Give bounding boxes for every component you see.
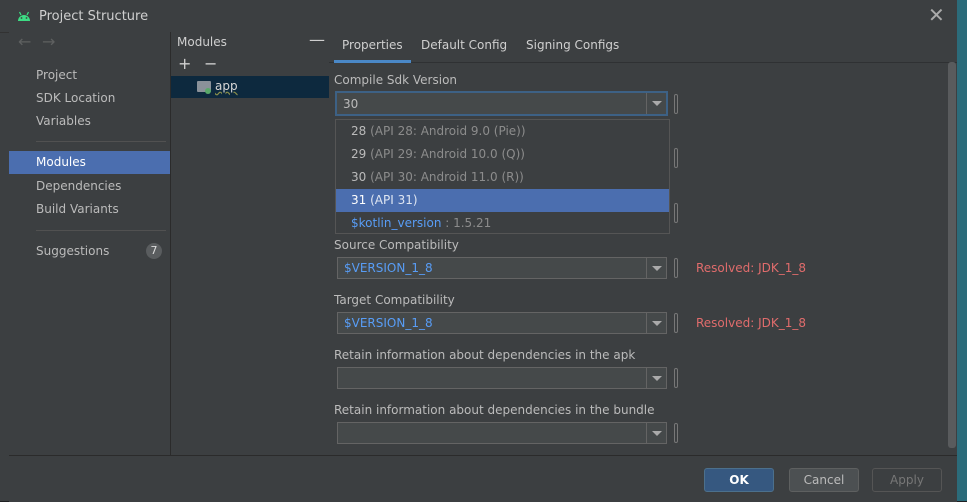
cancel-button[interactable]: Cancel bbox=[789, 468, 859, 492]
dropdown-option-30[interactable]: 30 (API 30: Android 11.0 (R)) bbox=[336, 166, 669, 189]
compile-sdk-value: 30 bbox=[343, 97, 359, 111]
resolve-indicator bbox=[674, 148, 678, 168]
source-compat-value: $VERSION_1_8 bbox=[344, 261, 433, 275]
source-compat-combo[interactable]: $VERSION_1_8 bbox=[337, 257, 667, 279]
sidebar-item-label: Build Variants bbox=[36, 202, 119, 216]
tab-bar: Properties Default Config Signing Config… bbox=[329, 32, 957, 63]
modules-toolbar: + − bbox=[171, 52, 329, 76]
sidebar-item-build-variants[interactable]: Build Variants bbox=[9, 198, 170, 221]
sidebar-item-modules[interactable]: Modules bbox=[9, 151, 170, 174]
option-detail: (API 30: Android 11.0 (R)) bbox=[366, 170, 524, 184]
resolve-indicator bbox=[674, 368, 678, 388]
resolve-indicator bbox=[674, 203, 678, 223]
resolve-indicator bbox=[674, 423, 678, 443]
sidebar-item-label: Modules bbox=[36, 155, 86, 169]
chevron-down-icon[interactable] bbox=[646, 93, 666, 114]
deps-bundle-combo[interactable] bbox=[337, 422, 667, 444]
sidebar-divider bbox=[36, 230, 166, 231]
apply-button[interactable]: Apply bbox=[872, 468, 942, 492]
android-icon bbox=[18, 11, 30, 21]
remove-icon[interactable]: − bbox=[204, 54, 217, 73]
chevron-down-icon[interactable] bbox=[646, 313, 666, 333]
collapse-icon[interactable]: — bbox=[309, 30, 325, 49]
option-detail: (API 28: Android 9.0 (Pie)) bbox=[366, 124, 526, 138]
option-value: 30 bbox=[351, 170, 367, 184]
option-value: 29 bbox=[351, 147, 367, 161]
vertical-scrollbar[interactable] bbox=[948, 62, 956, 450]
chevron-down-icon[interactable] bbox=[646, 423, 666, 443]
chevron-down-icon[interactable] bbox=[646, 368, 666, 388]
target-compat-value: $VERSION_1_8 bbox=[344, 316, 433, 330]
project-structure-dialog: Project Structure ✕ ← → Project SDK Locat… bbox=[0, 0, 958, 502]
dropdown-option-28[interactable]: 28 (API 28: Android 9.0 (Pie)) bbox=[336, 120, 669, 143]
sidebar: ← → Project SDK Location Variables Module… bbox=[9, 32, 170, 455]
option-value: 28 bbox=[351, 124, 367, 138]
background-edge bbox=[957, 0, 967, 501]
compile-sdk-label: Compile Sdk Version bbox=[334, 73, 458, 87]
option-detail: (API 31) bbox=[366, 193, 418, 207]
option-value: $kotlin_version bbox=[351, 216, 442, 230]
modules-panel: Modules — + − app bbox=[170, 30, 330, 455]
title-bar: Project Structure ✕ bbox=[0, 0, 957, 33]
target-compat-combo[interactable]: $VERSION_1_8 bbox=[337, 312, 667, 334]
deps-apk-combo[interactable] bbox=[337, 367, 667, 389]
sidebar-item-variables[interactable]: Variables bbox=[9, 110, 170, 133]
tab-signing-configs[interactable]: Signing Configs bbox=[526, 38, 619, 52]
sidebar-item-label: Variables bbox=[36, 114, 91, 128]
tab-properties[interactable]: Properties bbox=[334, 38, 411, 63]
scrollbar-thumb[interactable] bbox=[948, 62, 956, 448]
resolve-indicator bbox=[674, 94, 678, 114]
sidebar-item-suggestions[interactable]: Suggestions 7 bbox=[9, 240, 170, 263]
sidebar-item-label: Dependencies bbox=[36, 179, 122, 193]
close-icon[interactable]: ✕ bbox=[928, 5, 945, 25]
option-value: 31 bbox=[351, 193, 367, 207]
chevron-down-icon[interactable] bbox=[646, 258, 666, 278]
sidebar-item-project[interactable]: Project bbox=[9, 64, 170, 87]
module-label: app bbox=[215, 79, 238, 93]
tab-default-config[interactable]: Default Config bbox=[421, 38, 507, 52]
dialog-footer: OK Cancel Apply bbox=[9, 455, 957, 502]
sidebar-item-label: SDK Location bbox=[36, 91, 116, 105]
module-item-app[interactable]: app bbox=[171, 76, 329, 98]
target-compat-label: Target Compatibility bbox=[334, 293, 455, 307]
deps-bundle-label: Retain information about dependencies in… bbox=[334, 403, 655, 417]
sidebar-item-label: Suggestions bbox=[36, 244, 110, 258]
dropdown-option-29[interactable]: 29 (API 29: Android 10.0 (Q)) bbox=[336, 143, 669, 166]
dropdown-option-31[interactable]: 31 (API 31) bbox=[336, 189, 669, 212]
target-compat-resolved: Resolved: JDK_1_8 bbox=[696, 316, 806, 330]
compile-sdk-combo[interactable]: 30 bbox=[335, 91, 668, 116]
modules-header: Modules bbox=[177, 35, 227, 49]
sidebar-item-label: Project bbox=[36, 68, 78, 82]
sidebar-divider bbox=[36, 141, 166, 142]
nav-arrows: ← → bbox=[18, 32, 66, 56]
deps-apk-label: Retain information about dependencies in… bbox=[334, 348, 636, 362]
module-status-dot bbox=[205, 88, 211, 94]
properties-panel: Properties Default Config Signing Config… bbox=[329, 32, 957, 455]
resolve-indicator bbox=[674, 258, 678, 278]
source-compat-label: Source Compatibility bbox=[334, 238, 459, 252]
sidebar-item-dependencies[interactable]: Dependencies bbox=[9, 175, 170, 198]
resolve-indicator bbox=[674, 313, 678, 333]
dropdown-option-kotlin-version[interactable]: $kotlin_version : 1.5.21 bbox=[336, 212, 669, 235]
add-icon[interactable]: + bbox=[178, 54, 191, 73]
back-arrow-icon[interactable]: ← bbox=[18, 32, 36, 51]
option-detail: : 1.5.21 bbox=[441, 216, 492, 230]
forward-arrow-icon[interactable]: → bbox=[42, 32, 60, 51]
ok-button[interactable]: OK bbox=[704, 468, 774, 492]
suggestions-count-badge: 7 bbox=[146, 243, 162, 259]
compile-sdk-dropdown: 28 (API 28: Android 9.0 (Pie)) 29 (API 2… bbox=[335, 119, 670, 234]
window-title: Project Structure bbox=[39, 9, 149, 24]
option-detail: (API 29: Android 10.0 (Q)) bbox=[366, 147, 525, 161]
sidebar-item-sdk-location[interactable]: SDK Location bbox=[9, 87, 170, 110]
source-compat-resolved: Resolved: JDK_1_8 bbox=[696, 261, 806, 275]
